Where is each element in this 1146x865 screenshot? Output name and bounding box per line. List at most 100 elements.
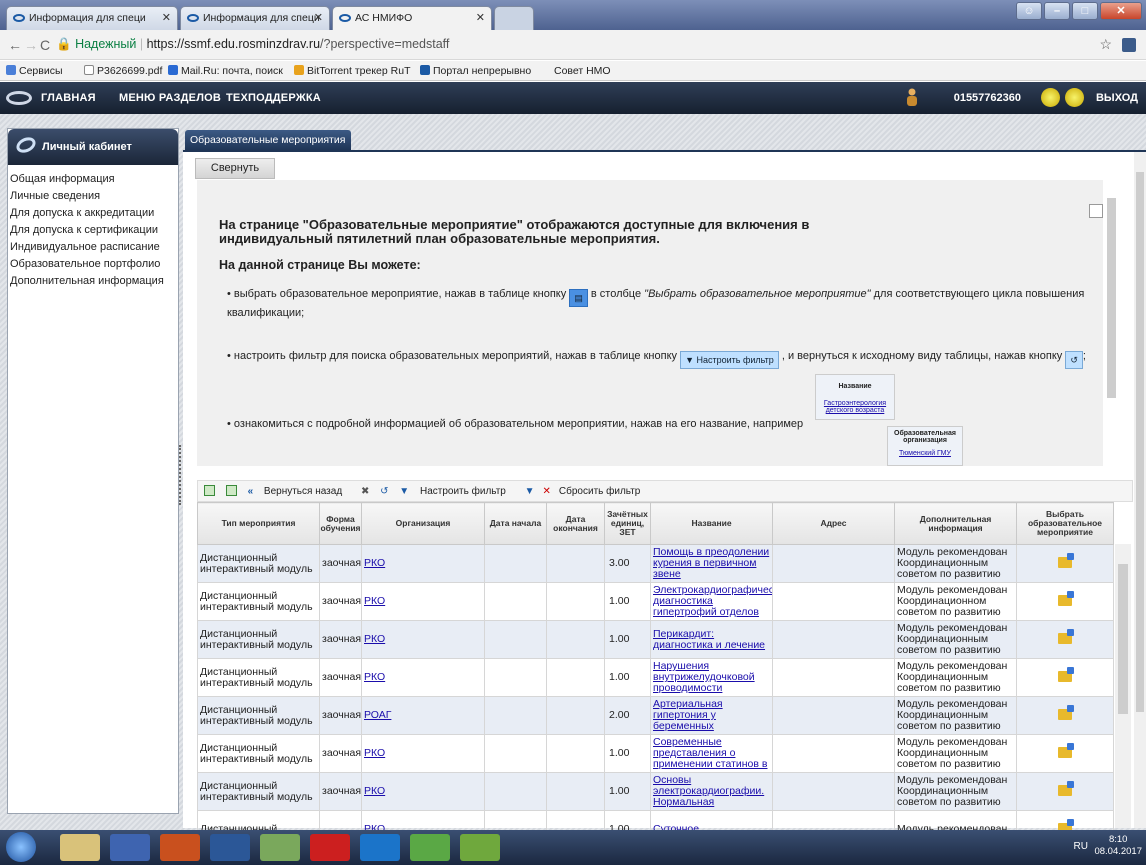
column-header[interactable]: Зачётных единиц, ЗЕТ [604, 502, 651, 545]
opera-app-icon[interactable] [310, 834, 350, 861]
zoom-out-icon[interactable] [1065, 88, 1084, 107]
organization-link[interactable]: РКО [364, 633, 385, 645]
organization-link[interactable]: РКО [364, 671, 385, 683]
sidebar-item-certification[interactable]: Для допуска к сертификации [8, 222, 178, 239]
scrollbar-thumb[interactable] [1118, 564, 1128, 714]
start-button[interactable] [6, 832, 36, 862]
select-event-icon[interactable] [1058, 552, 1074, 568]
reset-view-button[interactable]: ↺ [380, 486, 388, 497]
event-name-link[interactable]: Артериальная гипертония у беременных [653, 698, 723, 732]
scrollbar-thumb[interactable] [1107, 198, 1116, 398]
logout-link[interactable]: ВЫХОД [1096, 92, 1138, 104]
organization-link[interactable]: РКО [364, 595, 385, 607]
office-app-icon[interactable] [160, 834, 200, 861]
tools-app-icon[interactable] [260, 834, 300, 861]
zoom-in-icon[interactable] [1041, 88, 1060, 107]
close-icon[interactable]: ✕ [314, 11, 323, 24]
browser-tab-3[interactable]: АС НМИФО ✕ [332, 6, 492, 31]
sidebar-item-schedule[interactable]: Индивидуальное расписание [8, 239, 178, 256]
event-name-link[interactable]: Перикардит: диагностика и лечение [653, 628, 765, 651]
user-profile-button[interactable]: ☺ [1016, 2, 1042, 20]
utorrent-app-icon[interactable] [460, 834, 500, 861]
table-scrollbar[interactable] [1115, 544, 1131, 828]
minimize-button[interactable]: – [1044, 2, 1070, 20]
back-arrow-icon[interactable]: ← [8, 37, 22, 53]
table-row[interactable]: Дистанционный интерактивный модуль заочна… [197, 620, 1114, 659]
sidebar-item-accreditation[interactable]: Для допуска к аккредитации [8, 205, 178, 222]
site-logo-icon[interactable] [6, 91, 32, 105]
select-event-icon[interactable] [1058, 742, 1074, 758]
main-scrollbar[interactable] [1134, 152, 1146, 828]
forward-arrow-icon[interactable]: → [24, 37, 38, 53]
select-event-icon[interactable] [1058, 704, 1074, 720]
bookmark-services[interactable]: Сервисы [6, 65, 63, 77]
sidebar-item-portfolio[interactable]: Образовательное портфолио [8, 256, 178, 273]
table-row[interactable]: Дистанционный интерактивный модуль заочна… [197, 544, 1114, 583]
column-header[interactable]: Адрес [772, 502, 895, 545]
select-event-icon[interactable] [1058, 780, 1074, 796]
reset-filter-button[interactable]: ▼ ✕ Сбросить фильтр [525, 486, 649, 497]
language-indicator[interactable]: RU [1074, 841, 1088, 852]
sidebar-item-personal[interactable]: Личные сведения [8, 188, 178, 205]
close-icon[interactable]: ✕ [476, 11, 485, 24]
tab-educational-events[interactable]: Образовательные мероприятия [185, 130, 352, 150]
bookmark-portal[interactable]: Портал непрерывно [420, 65, 531, 77]
excel-export-all-icon[interactable] [225, 485, 237, 496]
bookmark-bittorrent[interactable]: BitTorrent трекер RuT [294, 65, 410, 77]
select-event-icon[interactable] [1058, 590, 1074, 606]
organization-link[interactable]: РКО [364, 747, 385, 759]
select-event-icon[interactable] [1058, 628, 1074, 644]
event-name-link[interactable]: Электрокардиографическая диагностика гип… [653, 584, 772, 618]
table-row[interactable]: Дистанционный интерактивный модуль заочна… [197, 582, 1114, 621]
nav-menu[interactable]: МЕНЮ РАЗДЕЛОВ [119, 92, 221, 104]
ie-app-icon[interactable] [360, 834, 400, 861]
sidebar-item-general[interactable]: Общая информация [8, 171, 178, 188]
nav-support[interactable]: ТЕХПОДДЕРЖКА [226, 92, 321, 104]
excel-export-icon[interactable] [204, 485, 215, 496]
column-header[interactable]: Дата начала [484, 502, 547, 545]
event-name-link[interactable]: Нарушения внутрижелудочковой проводимост… [653, 660, 755, 694]
event-name-link[interactable]: Основы электрокардиографии. Нормальная [653, 774, 764, 808]
system-clock[interactable]: 8:10 08.04.2017 [1094, 834, 1142, 858]
column-header[interactable]: Дополнительная информация [894, 502, 1017, 545]
bookmark-pdf[interactable]: Р3626699.pdf [84, 65, 162, 77]
scrollbar-thumb[interactable] [1136, 172, 1144, 712]
table-row[interactable]: Дистанционный интерактивный модуль заочна… [197, 696, 1114, 735]
column-header[interactable]: Тип мероприятия [197, 502, 320, 545]
browser-tab-1[interactable]: Информация для специ ✕ [6, 6, 178, 30]
table-row[interactable]: Дистанционный интерактивный модуль заочна… [197, 772, 1114, 811]
reload-icon[interactable]: C [40, 37, 50, 53]
collapse-button[interactable]: Свернуть [195, 158, 275, 179]
select-event-icon[interactable] [1058, 666, 1074, 682]
column-header[interactable]: Форма обучения [319, 502, 362, 545]
word-app-icon[interactable] [210, 834, 250, 861]
url-field[interactable]: 🔒 Надежный | https://ssmf.edu.rosminzdra… [56, 34, 1096, 56]
table-row[interactable]: Дистанционный интерактивный модуль заочна… [197, 658, 1114, 697]
organization-link[interactable]: РКО [364, 785, 385, 797]
sidebar-item-additional[interactable]: Дополнительная информация [8, 273, 178, 290]
table-row[interactable]: Дистанционный интерактивный модуль заочна… [197, 734, 1114, 773]
info-scrollbar[interactable] [1103, 180, 1119, 466]
event-name-link[interactable]: Современные представления о применении с… [653, 736, 767, 770]
save-app-icon[interactable] [110, 834, 150, 861]
browser-tab-2[interactable]: Информация для специ ✕ [180, 6, 330, 30]
maximize-button[interactable]: □ [1072, 2, 1098, 20]
column-header[interactable]: Выбрать образовательное мероприятие [1016, 502, 1114, 545]
extension-icon[interactable] [1122, 38, 1136, 52]
window-close-button[interactable]: ✕ [1100, 2, 1142, 20]
star-icon[interactable]: ☆ [1099, 36, 1112, 53]
new-tab-button[interactable] [494, 6, 534, 30]
event-name-link[interactable]: Помощь в преодолении курения в первичном… [653, 546, 769, 580]
column-header[interactable]: Название [650, 502, 773, 545]
column-header[interactable]: Организация [361, 502, 485, 545]
bookmark-mailru[interactable]: Mail.Ru: почта, поиск [168, 65, 283, 77]
nav-home[interactable]: ГЛАВНАЯ [41, 92, 96, 104]
column-header[interactable]: Дата окончания [546, 502, 605, 545]
filter-button[interactable]: ▼ Настроить фильтр [399, 486, 514, 497]
tools-icon[interactable]: ✖ [361, 486, 369, 497]
back-button[interactable]: « Вернуться назад [248, 486, 351, 497]
close-icon[interactable]: ✕ [162, 11, 171, 24]
explorer-app-icon[interactable] [60, 834, 100, 861]
bookmark-sovet[interactable]: Совет НМО [554, 65, 611, 77]
organization-link[interactable]: РОАГ [364, 709, 391, 721]
